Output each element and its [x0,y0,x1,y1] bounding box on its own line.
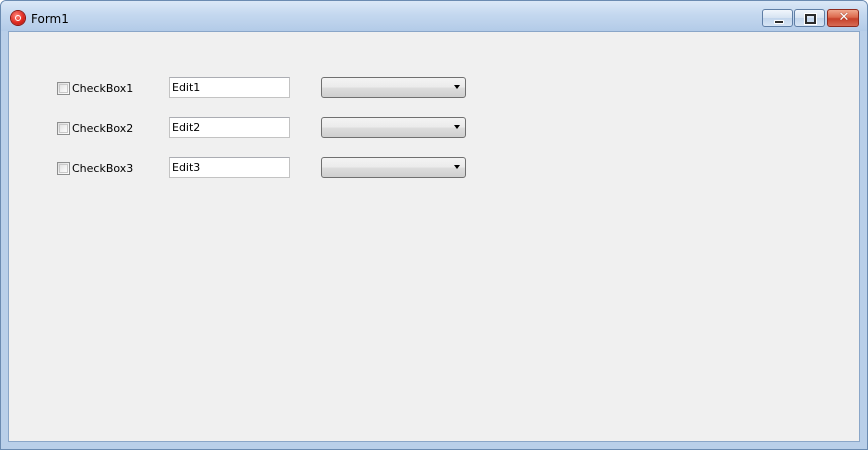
combobox-1[interactable] [321,77,466,98]
checkbox-2[interactable]: CheckBox2 [57,120,147,136]
checkbox-3[interactable]: CheckBox3 [57,160,147,176]
close-icon: ✕ [838,10,850,25]
combobox-3[interactable] [321,157,466,178]
checkbox-2-box[interactable] [57,122,70,135]
maximize-icon [805,14,816,24]
checkbox-1-box[interactable] [57,82,70,95]
edit-1-field[interactable]: Edit1 [169,77,290,98]
dropdown-arrow-icon[interactable] [454,85,460,89]
form1-window: Form1 ✕ CheckBox1 Edit1 CheckBox2 Edit2 [0,0,868,450]
checkbox-3-label[interactable]: CheckBox3 [72,162,133,175]
dropdown-arrow-icon[interactable] [454,165,460,169]
combobox-2[interactable] [321,117,466,138]
window-title: Form1 [31,12,69,26]
checkbox-2-label[interactable]: CheckBox2 [72,122,133,135]
checkbox-1[interactable]: CheckBox1 [57,80,147,96]
minimize-button[interactable] [762,9,793,27]
edit-2-field[interactable]: Edit2 [169,117,290,138]
close-button[interactable]: ✕ [827,9,859,27]
app-icon[interactable] [11,11,25,25]
title-bar[interactable]: Form1 ✕ [1,1,867,31]
form-client-area: CheckBox1 Edit1 CheckBox2 Edit2 CheckBox… [8,31,860,442]
checkbox-3-box[interactable] [57,162,70,175]
edit-3-field[interactable]: Edit3 [169,157,290,178]
dropdown-arrow-icon[interactable] [454,125,460,129]
maximize-button[interactable] [794,9,825,27]
checkbox-1-label[interactable]: CheckBox1 [72,82,133,95]
minimize-icon [774,20,784,24]
